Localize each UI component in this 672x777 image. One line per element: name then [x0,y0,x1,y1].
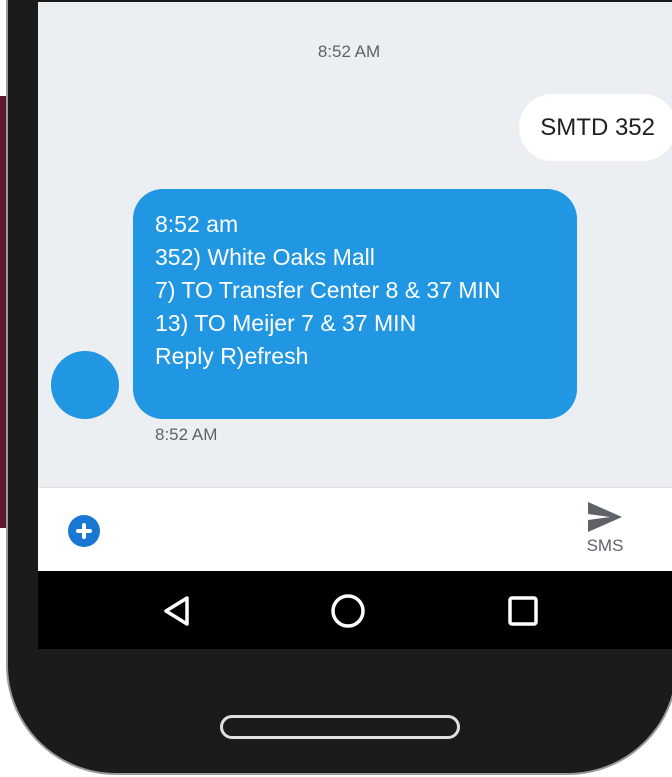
android-nav-bar [38,571,672,649]
contact-avatar[interactable] [51,351,119,419]
send-icon [588,502,622,532]
square-recent-icon [508,596,538,626]
message-timestamp: 8:52 AM [317,42,381,61]
triangle-back-icon [164,596,189,626]
phone-speaker-grille [220,715,460,739]
add-attachment-button[interactable] [68,515,100,547]
outgoing-message-bubble[interactable]: SMTD 352 [519,94,672,161]
send-button[interactable]: SMS [580,500,630,564]
incoming-message-bubble[interactable]: 8:52 am 352) White Oaks Mall 7) TO Trans… [133,189,577,419]
conversation-area[interactable]: 8:52 AM SMTD 352 8:52 am 352) White Oaks… [38,2,672,487]
phone-screen: 8:52 AM SMTD 352 8:52 am 352) White Oaks… [38,2,672,649]
send-label: SMS [586,536,624,555]
phone-frame: 8:52 AM SMTD 352 8:52 am 352) White Oaks… [6,0,672,775]
nav-recent-apps-button[interactable] [503,591,543,631]
circle-home-icon [331,594,365,628]
message-composer: SMS [38,487,672,571]
incoming-message-timestamp: 8:52 AM [155,425,218,444]
nav-home-button[interactable] [328,591,368,631]
nav-back-button[interactable] [158,591,198,631]
